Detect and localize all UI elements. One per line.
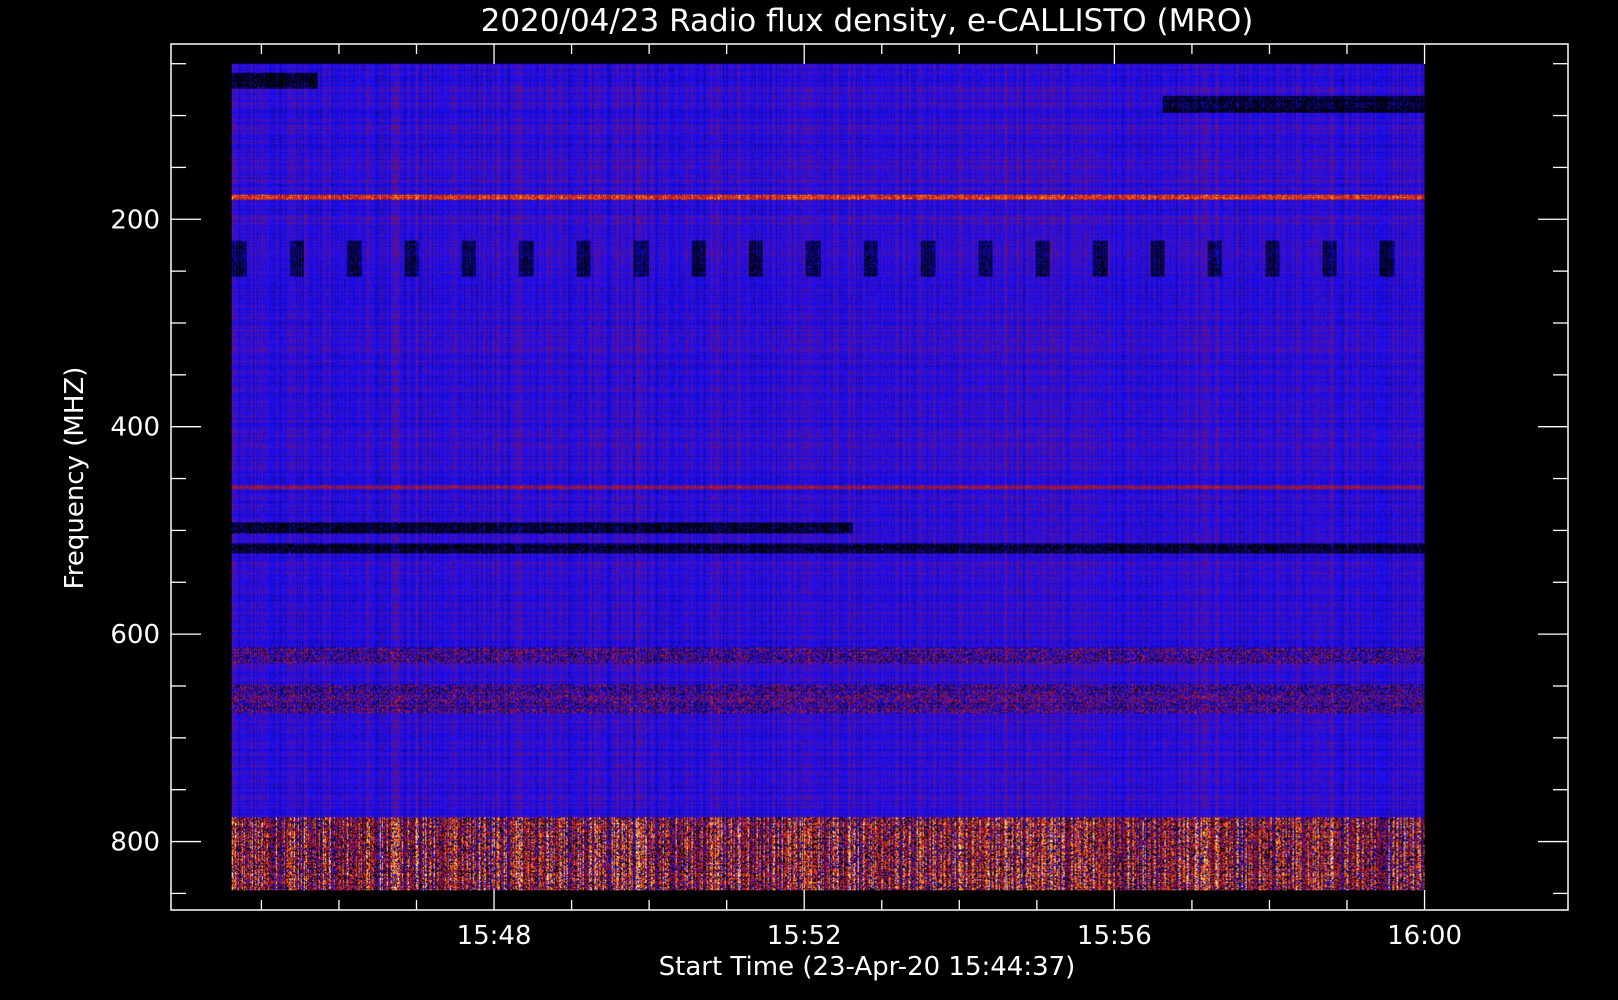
- x-tick-label: 15:56: [1077, 921, 1152, 951]
- spectrogram-chart: 2020/04/23 Radio flux density, e-CALLIST…: [0, 0, 1618, 1000]
- x-axis-label: Start Time (23-Apr-20 15:44:37): [659, 952, 1076, 982]
- y-tick-label: 800: [110, 828, 160, 858]
- x-tick-label: 15:52: [767, 921, 842, 951]
- x-tick-label: 15:48: [457, 921, 532, 951]
- y-axis-label: Frequency (MHZ): [60, 367, 90, 590]
- chart-title: 2020/04/23 Radio flux density, e-CALLIST…: [481, 3, 1254, 39]
- y-tick-label: 600: [110, 620, 160, 650]
- spectrogram-heatmap: [231, 63, 1425, 891]
- x-tick-label: 16:00: [1387, 921, 1462, 951]
- y-tick-label: 200: [110, 205, 160, 235]
- y-tick-label: 400: [110, 413, 160, 443]
- heatmap-layer: [231, 63, 1425, 891]
